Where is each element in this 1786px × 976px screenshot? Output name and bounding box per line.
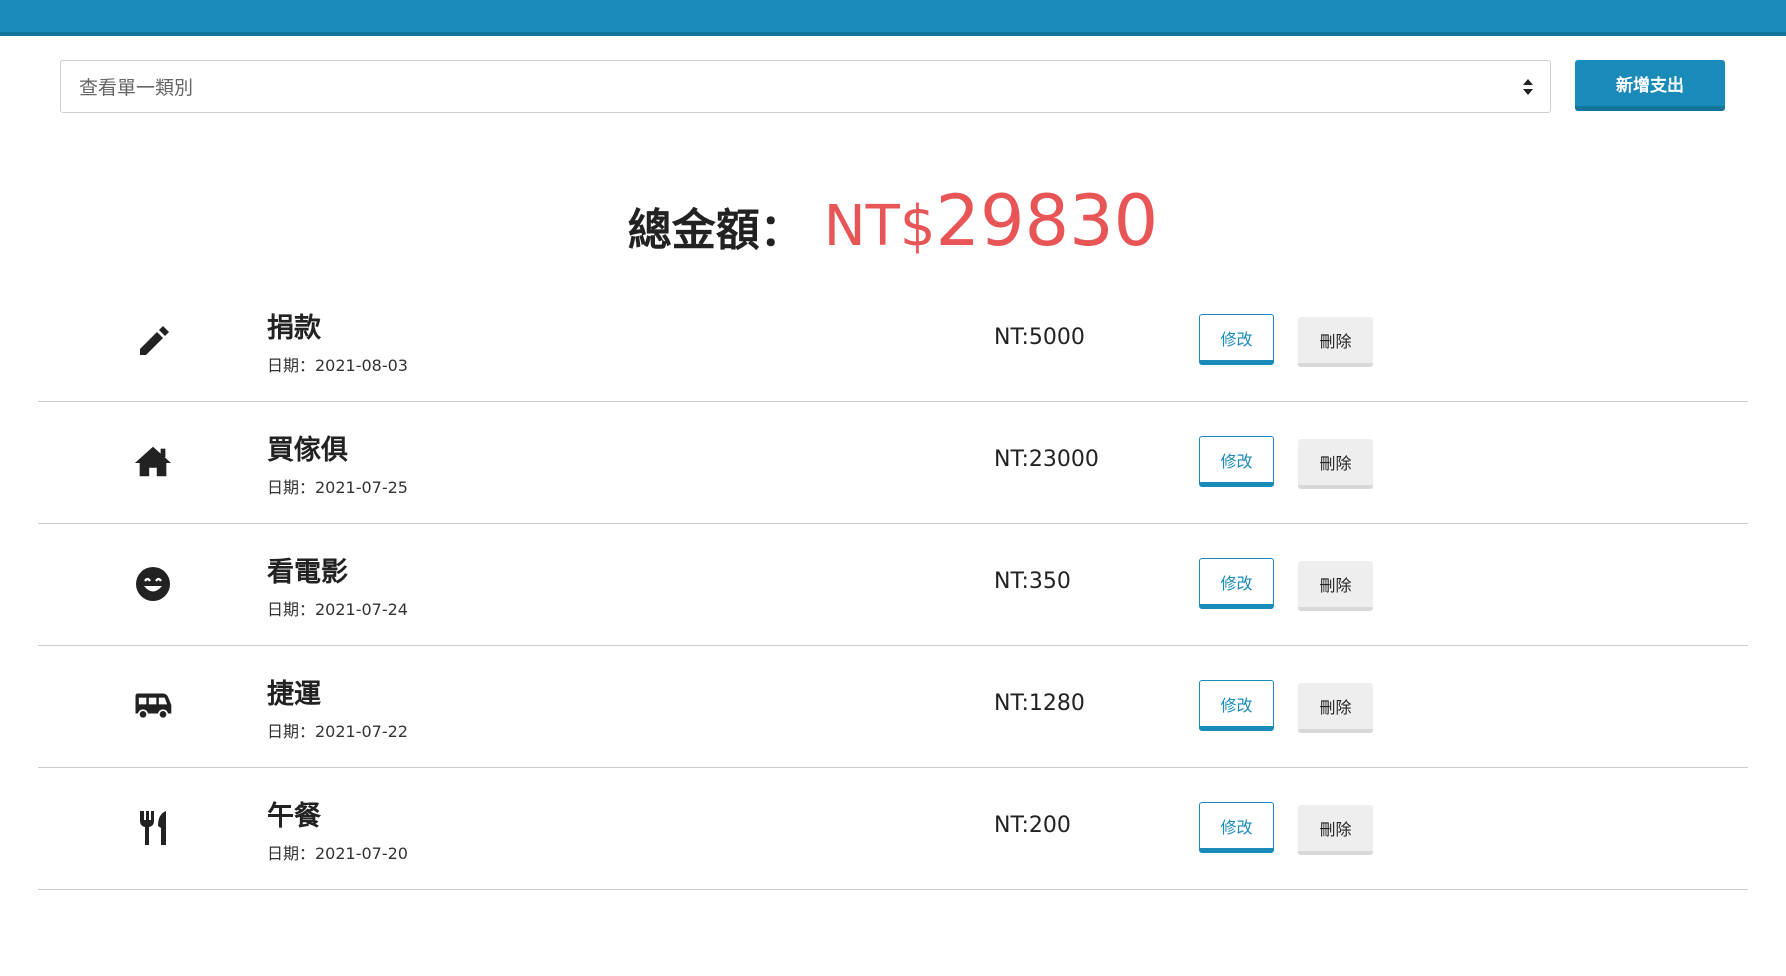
delete-button[interactable]: 刪除	[1298, 561, 1373, 611]
expense-list: 捐款 日期：2021-08-03 NT:5000 修改 刪除 買傢俱 日期：20…	[38, 280, 1748, 890]
expense-title: 捷運	[267, 679, 321, 710]
pencil-icon	[133, 320, 173, 360]
expense-date: 日期：2021-07-25	[267, 478, 408, 497]
expense-row: 捐款 日期：2021-08-03 NT:5000 修改 刪除	[38, 280, 1748, 402]
edit-button[interactable]: 修改	[1199, 680, 1274, 731]
edit-button[interactable]: 修改	[1199, 558, 1274, 609]
total-label: 總金額：	[627, 205, 804, 256]
expense-row: 買傢俱 日期：2021-07-25 NT:23000 修改 刪除	[38, 402, 1748, 524]
add-expense-button[interactable]: 新增支出	[1575, 60, 1725, 111]
total-amount-display: 總金額： NT$ 29830	[0, 180, 1786, 262]
category-select[interactable]: 查看單一類別	[60, 60, 1551, 113]
expense-title: 看電影	[267, 557, 348, 588]
expense-title: 午餐	[267, 801, 321, 832]
top-bar	[0, 0, 1786, 36]
total-currency: NT$	[823, 194, 936, 259]
select-arrows-icon	[1523, 78, 1533, 95]
utensils-icon	[133, 808, 173, 848]
edit-button[interactable]: 修改	[1199, 314, 1274, 365]
expense-title: 捐款	[267, 313, 321, 344]
expense-title: 買傢俱	[267, 435, 348, 466]
expense-row: 午餐 日期：2021-07-20 NT:200 修改 刪除	[38, 768, 1748, 890]
delete-button[interactable]: 刪除	[1298, 317, 1373, 367]
edit-button[interactable]: 修改	[1199, 436, 1274, 487]
expense-date: 日期：2021-08-03	[267, 356, 408, 375]
expense-date: 日期：2021-07-22	[267, 722, 408, 741]
expense-row: 捷運 日期：2021-07-22 NT:1280 修改 刪除	[38, 646, 1748, 768]
edit-button[interactable]: 修改	[1199, 802, 1274, 853]
expense-amount: NT:200	[994, 813, 1071, 838]
expense-amount: NT:23000	[994, 447, 1099, 472]
delete-button[interactable]: 刪除	[1298, 805, 1373, 855]
expense-date: 日期：2021-07-24	[267, 600, 408, 619]
expense-row: 看電影 日期：2021-07-24 NT:350 修改 刪除	[38, 524, 1748, 646]
home-icon	[133, 442, 173, 482]
smile-icon	[133, 564, 173, 604]
expense-date: 日期：2021-07-20	[267, 844, 408, 863]
total-value: 29830	[935, 180, 1159, 262]
bus-icon	[133, 686, 173, 726]
category-select-placeholder: 查看單一類別	[79, 77, 194, 99]
expense-amount: NT:5000	[994, 325, 1085, 350]
expense-amount: NT:1280	[994, 691, 1085, 716]
delete-button[interactable]: 刪除	[1298, 439, 1373, 489]
expense-amount: NT:350	[994, 569, 1071, 594]
delete-button[interactable]: 刪除	[1298, 683, 1373, 733]
